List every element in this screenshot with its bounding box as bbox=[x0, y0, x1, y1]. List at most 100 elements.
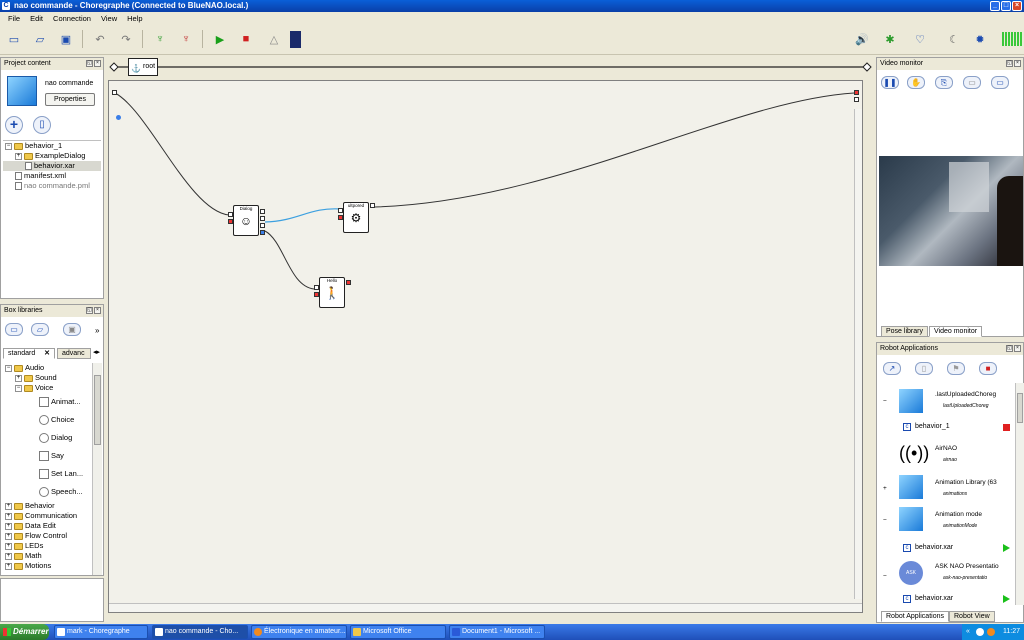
python-script-box[interactable]: ultpored ⚙ bbox=[343, 202, 369, 233]
default-app-icon[interactable]: ⚑ bbox=[947, 362, 965, 375]
float-icon[interactable]: ◱ bbox=[86, 60, 93, 67]
flow-diagram-canvas[interactable]: Dialog ☺ ultpored ⚙ Hello 🚶 bbox=[108, 80, 863, 613]
pause-video-icon[interactable]: ❚❚ bbox=[881, 76, 899, 89]
canvas-horizontal-scrollbar[interactable] bbox=[109, 603, 862, 612]
record-icon[interactable]: ⎘ bbox=[935, 76, 953, 89]
camera-icon[interactable]: ▭ bbox=[963, 76, 981, 89]
python-input-port[interactable] bbox=[338, 208, 343, 213]
python-stop-port[interactable] bbox=[338, 215, 343, 220]
onstopped-output-port[interactable] bbox=[854, 90, 859, 95]
undo-icon[interactable]: ↶ bbox=[90, 29, 110, 49]
settings-icon[interactable]: ✹ bbox=[970, 29, 990, 49]
connect-icon[interactable]: ♆ bbox=[150, 29, 170, 49]
dialog-box[interactable]: Dialog ☺ bbox=[233, 205, 259, 236]
close-icon[interactable]: × bbox=[94, 307, 101, 314]
task-nao-commande[interactable]: nao commande - Cho... bbox=[152, 625, 248, 639]
float-icon[interactable]: ◱ bbox=[1006, 345, 1013, 352]
new-library-icon[interactable]: ▭ bbox=[5, 323, 23, 336]
menu-file[interactable]: File bbox=[3, 12, 25, 25]
parameter-port[interactable] bbox=[116, 115, 121, 120]
save-library-icon[interactable]: ▣ bbox=[63, 323, 81, 336]
dialog-output-port[interactable] bbox=[260, 223, 265, 228]
lib-row[interactable]: − Voice bbox=[3, 383, 91, 393]
open-project-icon[interactable]: ▱ bbox=[30, 29, 50, 49]
hello-box[interactable]: Hello 🚶 bbox=[319, 277, 345, 308]
lib-box-row[interactable]: Animat... bbox=[3, 393, 91, 411]
tree-row-pml[interactable]: nao commande.pml bbox=[3, 181, 101, 191]
close-tab-icon[interactable]: ✕ bbox=[44, 349, 50, 359]
lib-box-row[interactable]: Say bbox=[3, 447, 91, 465]
display-icon[interactable]: ▭ bbox=[991, 76, 1009, 89]
stop-all-icon[interactable]: ■ bbox=[979, 362, 997, 375]
lib-row[interactable]: + Motions bbox=[3, 561, 91, 571]
start-button[interactable]: Démarrer bbox=[0, 624, 49, 640]
close-icon[interactable]: × bbox=[1014, 345, 1021, 352]
lib-box-row[interactable]: Set Lan... bbox=[3, 465, 91, 483]
app-name[interactable]: .lastUploadedChoreg bbox=[935, 391, 996, 398]
task-microsoft-office[interactable]: Microsoft Office bbox=[350, 625, 446, 639]
menu-edit[interactable]: Edit bbox=[25, 12, 48, 25]
more-icon[interactable]: » bbox=[95, 326, 99, 335]
stop-icon[interactable]: ■ bbox=[236, 29, 256, 49]
new-project-icon[interactable]: ▭ bbox=[4, 29, 24, 49]
hello-output-port[interactable] bbox=[346, 280, 351, 285]
tab-robot-view[interactable]: Robot View bbox=[949, 611, 995, 622]
heart-icon[interactable]: ♡ bbox=[910, 29, 930, 49]
float-icon[interactable]: ◱ bbox=[86, 307, 93, 314]
tree-row-behavior[interactable]: − behavior_1 bbox=[3, 141, 101, 151]
disconnect-icon[interactable]: ♆ bbox=[176, 29, 196, 49]
lib-row[interactable]: − Audio bbox=[3, 363, 91, 373]
debug-icon[interactable]: △ bbox=[264, 29, 284, 49]
lib-row[interactable]: + LEDs bbox=[3, 541, 91, 551]
lib-box-row[interactable]: Speech... bbox=[3, 483, 91, 501]
tree-row-behavior-xar[interactable]: behavior.xar bbox=[3, 161, 101, 171]
menu-help[interactable]: Help bbox=[122, 12, 147, 25]
task-mark-choregraphe[interactable]: mark - Choregraphe bbox=[54, 625, 148, 639]
dialog-output-port[interactable] bbox=[260, 216, 265, 221]
tree-row-exampledialog[interactable]: + ExampleDialog bbox=[3, 151, 101, 161]
volume-icon[interactable]: 🔊 bbox=[852, 29, 872, 49]
canvas-vertical-scrollbar[interactable] bbox=[854, 109, 862, 599]
tab-video-monitor[interactable]: Video monitor bbox=[929, 326, 983, 337]
redo-icon[interactable]: ↷ bbox=[116, 29, 136, 49]
hello-input-port[interactable] bbox=[314, 285, 319, 290]
onstart-input-port[interactable] bbox=[112, 90, 117, 95]
play-behavior-icon[interactable] bbox=[1003, 595, 1010, 603]
task-word-document[interactable]: Document1 - Microsoft ... bbox=[449, 625, 545, 639]
hello-stop-port[interactable] bbox=[314, 292, 319, 297]
lib-row[interactable]: + Flow Control bbox=[3, 531, 91, 541]
minimize-button[interactable]: _ bbox=[990, 1, 1000, 11]
tree-row-manifest[interactable]: manifest.xml bbox=[3, 171, 101, 181]
menu-connection[interactable]: Connection bbox=[48, 12, 96, 25]
lib-box-row[interactable]: Dialog bbox=[3, 429, 91, 447]
install-app-icon[interactable]: ↗ bbox=[883, 362, 901, 375]
rest-icon[interactable]: ☾ bbox=[944, 29, 964, 49]
dialog-output-port[interactable] bbox=[260, 230, 265, 235]
close-icon[interactable]: × bbox=[94, 60, 101, 67]
lib-box-row[interactable]: Choice bbox=[3, 411, 91, 429]
output-port[interactable] bbox=[854, 97, 859, 102]
remove-app-icon[interactable]: ▯ bbox=[915, 362, 933, 375]
delete-icon[interactable]: ▯ bbox=[33, 116, 51, 134]
library-scrollbar[interactable] bbox=[92, 363, 102, 575]
root-crumb[interactable]: ⚓ root bbox=[128, 58, 158, 76]
task-firefox[interactable]: Électronique en amateur... bbox=[251, 625, 347, 639]
properties-button[interactable]: Properties bbox=[45, 93, 95, 106]
dialog-stop-port[interactable] bbox=[228, 219, 233, 224]
stiffness-icon[interactable]: ✱ bbox=[880, 29, 900, 49]
tab-standard[interactable]: standard ✕ bbox=[3, 348, 55, 359]
app-list-scrollbar[interactable] bbox=[1015, 383, 1024, 605]
lib-row[interactable]: + Sound bbox=[3, 373, 91, 383]
play-behavior-icon[interactable] bbox=[1003, 544, 1010, 552]
lib-row[interactable]: + Behavior bbox=[3, 501, 91, 511]
save-project-icon[interactable]: ▣ bbox=[56, 29, 76, 49]
tab-scroll-arrows[interactable]: ◂▸ bbox=[93, 348, 103, 359]
float-icon[interactable]: ◱ bbox=[1006, 60, 1013, 67]
maximize-button[interactable]: □ bbox=[1001, 1, 1011, 11]
lib-row[interactable]: + Communication bbox=[3, 511, 91, 521]
python-output-port[interactable] bbox=[370, 203, 375, 208]
dialog-input-port[interactable] bbox=[228, 212, 233, 217]
lib-row[interactable]: + Math bbox=[3, 551, 91, 561]
add-icon[interactable]: + bbox=[5, 116, 23, 134]
tab-advanced[interactable]: advanc bbox=[57, 348, 91, 359]
